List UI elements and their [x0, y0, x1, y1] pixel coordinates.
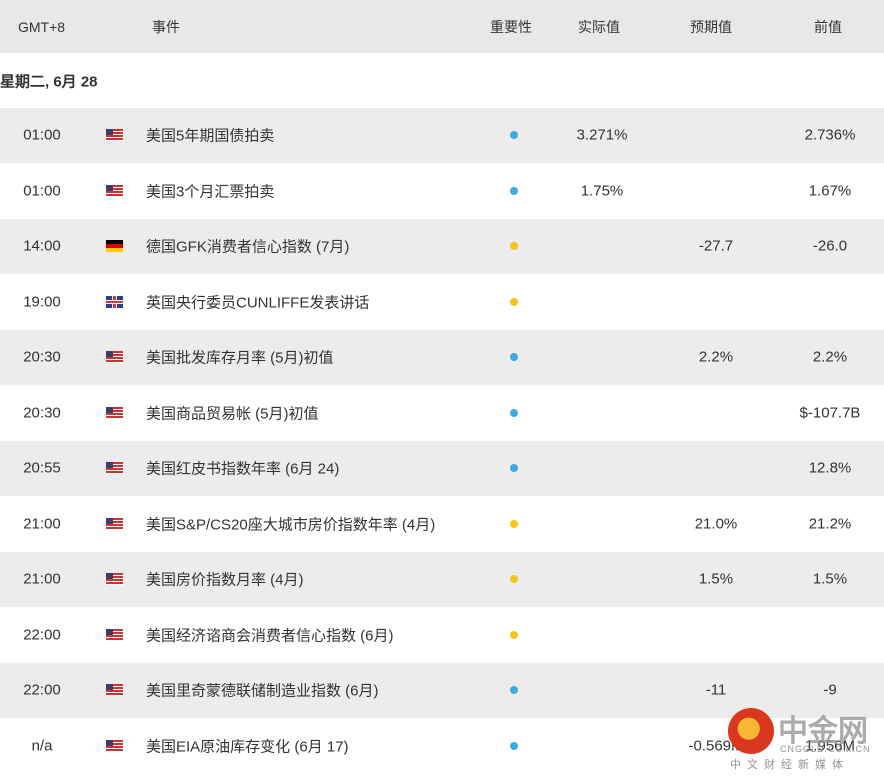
event-name[interactable]: 美国商品贸易帐 (5月)初值 — [146, 402, 319, 423]
importance-dot-icon — [510, 353, 518, 362]
date-label: 星期二, 6月 28 — [0, 73, 98, 90]
event-list: 01:00 美国5年期国债拍卖 3.271% 2.736% 01:00 美国3个月… — [0, 108, 884, 774]
importance-dot-icon — [510, 408, 518, 417]
table-header: GMT+8 事件 重要性 实际值 预期值 前值 — [0, 0, 884, 53]
event-time: 14:00 — [23, 237, 61, 255]
event-name[interactable]: 德国GFK消费者信心指数 (7月) — [146, 236, 349, 257]
event-time: 01:00 — [23, 126, 61, 144]
event-row[interactable]: 01:00 美国3个月汇票拍卖 1.75% 1.67% — [0, 164, 884, 219]
importance-dot-icon — [510, 242, 518, 251]
importance-dot-icon — [510, 519, 518, 528]
event-row[interactable]: 22:00 美国经济谘商会消费者信心指数 (6月) — [0, 608, 884, 663]
logo-tagline: 中文财经新媒体 — [730, 759, 849, 771]
actual-value: 1.75% — [580, 182, 624, 200]
flag-us-icon — [106, 184, 123, 197]
event-name[interactable]: 英国央行委员CUNLIFFE发表讲话 — [146, 291, 369, 312]
previous-value: 2.2% — [812, 348, 848, 366]
event-name[interactable]: 美国经济谘商会消费者信心指数 (6月) — [146, 624, 394, 645]
event-name[interactable]: 美国3个月汇票拍卖 — [146, 180, 274, 201]
previous-value: 1.5% — [812, 570, 848, 588]
previous-value: 2.736% — [804, 126, 856, 144]
event-time: n/a — [31, 737, 53, 755]
importance-dot-icon — [510, 297, 518, 306]
event-time: 20:30 — [23, 348, 61, 366]
event-name[interactable]: 美国批发库存月率 (5月)初值 — [146, 347, 334, 368]
event-time: 21:00 — [23, 570, 61, 588]
flag-us-icon — [106, 406, 123, 419]
event-time: 20:55 — [23, 459, 61, 477]
flag-gb-icon — [106, 295, 123, 308]
importance-dot-icon — [510, 630, 518, 639]
event-time: 22:00 — [23, 626, 61, 644]
header-event: 事件 — [152, 18, 180, 35]
logo-icon — [728, 708, 774, 754]
previous-value: 21.2% — [808, 515, 852, 533]
importance-dot-icon — [510, 575, 518, 584]
event-time: 19:00 — [23, 293, 61, 311]
header-time[interactable]: GMT+8 — [18, 19, 65, 35]
flag-us-icon — [106, 739, 123, 752]
forecast-value: 21.0% — [694, 515, 738, 533]
event-name[interactable]: 美国5年期国债拍卖 — [146, 125, 274, 146]
previous-value: -26.0 — [812, 237, 848, 255]
event-row[interactable]: 21:00 美国房价指数月率 (4月) 1.5% 1.5% — [0, 552, 884, 608]
flag-us-icon — [106, 517, 123, 530]
event-name[interactable]: 美国S&P/CS20座大城市房价指数年率 (4月) — [146, 513, 435, 534]
previous-value: -9 — [823, 681, 837, 699]
event-row[interactable]: 20:55 美国红皮书指数年率 (6月 24) 12.8% — [0, 441, 884, 497]
importance-dot-icon — [510, 741, 518, 750]
previous-value: $-107.7B — [799, 404, 861, 422]
event-time: 20:30 — [23, 404, 61, 422]
event-row[interactable]: 21:00 美国S&P/CS20座大城市房价指数年率 (4月) 21.0% 21… — [0, 497, 884, 552]
flag-de-icon — [106, 240, 123, 253]
previous-value: 12.8% — [808, 459, 852, 477]
watermark-logo: 中金网 CNGOLD.COM.CN 中文财经新媒体 — [728, 708, 878, 778]
header-importance: 重要性 — [490, 18, 532, 35]
event-time: 21:00 — [23, 515, 61, 533]
previous-value: 1.67% — [808, 182, 852, 200]
flag-us-icon — [106, 573, 123, 586]
actual-value: 3.271% — [576, 126, 628, 144]
forecast-value: -11 — [705, 681, 727, 699]
event-name[interactable]: 美国红皮书指数年率 (6月 24) — [146, 458, 339, 479]
flag-us-icon — [106, 129, 123, 142]
importance-dot-icon — [510, 186, 518, 195]
date-group-header: 星期二, 6月 28 — [0, 53, 884, 108]
event-row[interactable]: 20:30 美国批发库存月率 (5月)初值 2.2% 2.2% — [0, 330, 884, 386]
header-actual: 实际值 — [578, 18, 620, 35]
forecast-value: 2.2% — [698, 348, 734, 366]
importance-dot-icon — [510, 131, 518, 140]
event-name[interactable]: 美国EIA原油库存变化 (6月 17) — [146, 735, 349, 756]
event-row[interactable]: 20:30 美国商品贸易帐 (5月)初值 $-107.7B — [0, 386, 884, 441]
importance-dot-icon — [510, 686, 518, 695]
flag-us-icon — [106, 462, 123, 475]
event-row[interactable]: 19:00 英国央行委员CUNLIFFE发表讲话 — [0, 275, 884, 330]
forecast-value: -27.7 — [698, 237, 734, 255]
event-name[interactable]: 美国房价指数月率 (4月) — [146, 569, 304, 590]
event-row[interactable]: 01:00 美国5年期国债拍卖 3.271% 2.736% — [0, 108, 884, 164]
flag-us-icon — [106, 628, 123, 641]
event-row[interactable]: 14:00 德国GFK消费者信心指数 (7月) -27.7 -26.0 — [0, 219, 884, 275]
flag-us-icon — [106, 351, 123, 364]
importance-dot-icon — [510, 464, 518, 473]
event-time: 01:00 — [23, 182, 61, 200]
event-time: 22:00 — [23, 681, 61, 699]
forecast-value: 1.5% — [698, 570, 734, 588]
flag-us-icon — [106, 684, 123, 697]
logo-domain: CNGOLD.COM.CN — [780, 744, 871, 754]
header-previous: 前值 — [814, 18, 842, 35]
event-name[interactable]: 美国里奇蒙德联储制造业指数 (6月) — [146, 680, 379, 701]
header-forecast: 预期值 — [690, 18, 732, 35]
